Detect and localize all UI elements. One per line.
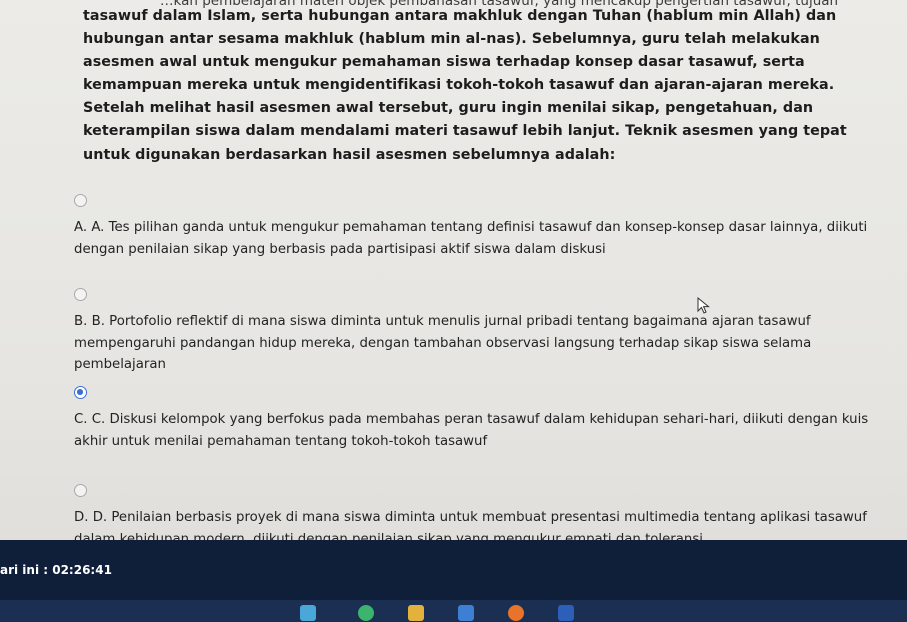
office-icon[interactable] (458, 605, 474, 621)
radio-option-a[interactable] (74, 194, 87, 207)
folder-icon[interactable] (408, 605, 424, 621)
option-a-text: A. A. Tes pilihan ganda untuk mengukur p… (74, 220, 868, 257)
browser-icon[interactable] (508, 605, 524, 621)
mouse-cursor-icon (697, 297, 710, 314)
word-icon[interactable] (558, 605, 574, 621)
chrome-icon[interactable] (358, 605, 374, 621)
app-icon[interactable] (300, 605, 316, 621)
taskbar (0, 600, 907, 622)
question-text: tasawuf dalam Islam, serta hubungan anta… (83, 8, 847, 163)
option-c-text: C. C. Diskusi kelompok yang berfokus pad… (74, 412, 869, 449)
quiz-page: { "question": { "cutoff_line": "…kan pem… (0, 0, 907, 622)
radio-option-d[interactable] (74, 484, 87, 497)
radio-option-c[interactable] (74, 386, 87, 399)
timer-bar: ari ini : 02:26:41 (0, 540, 907, 600)
radio-option-b[interactable] (74, 288, 87, 301)
timer-text: ari ini : 02:26:41 (0, 563, 112, 577)
option-b-text: B. B. Portofolio reflektif di mana siswa… (74, 314, 812, 372)
